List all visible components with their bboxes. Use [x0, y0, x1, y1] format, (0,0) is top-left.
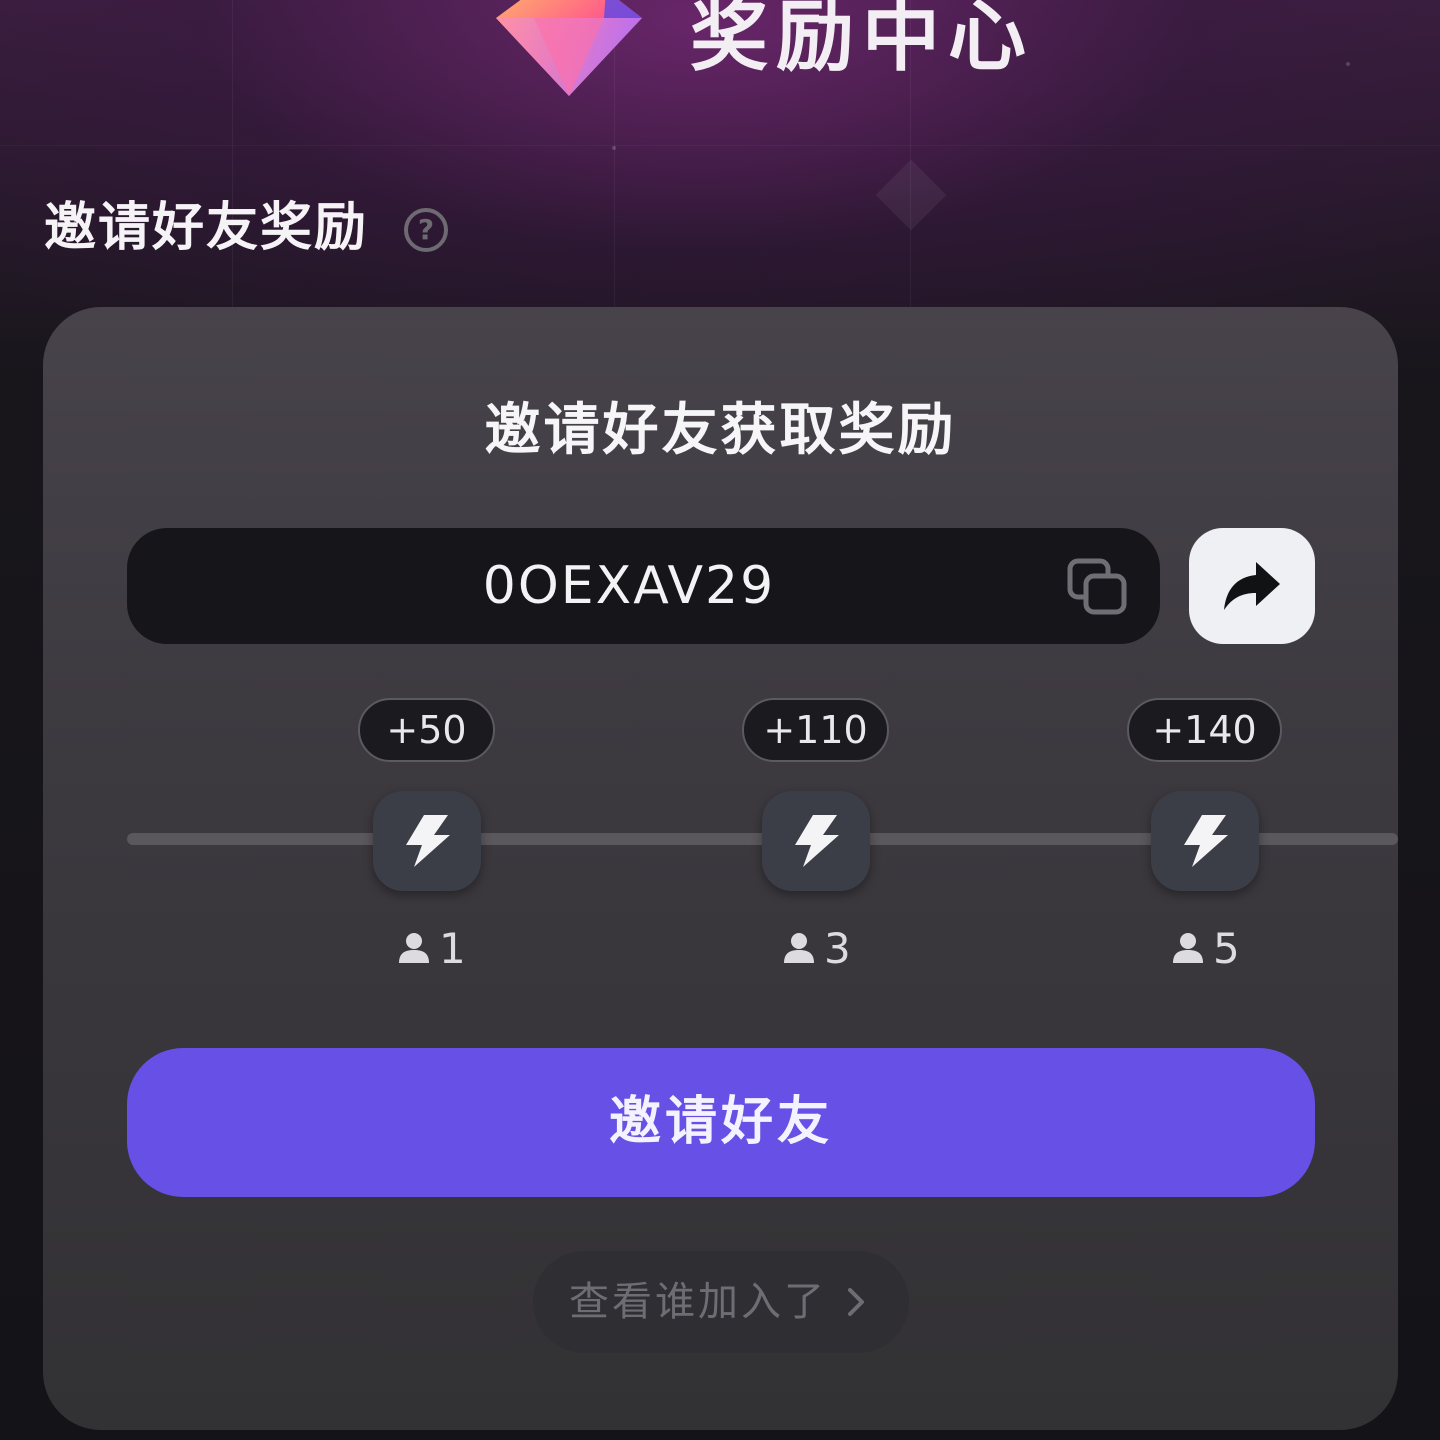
person-icon	[784, 933, 814, 963]
milestone-count: 3	[782, 924, 851, 974]
star-dot	[612, 146, 616, 150]
count-value: 3	[824, 924, 851, 973]
invite-card: 邀请好友获取奖励 0OEXAV29 +50 1 +110 3 +140 5 邀请…	[43, 307, 1398, 1430]
count-value: 1	[439, 924, 466, 973]
invite-code-box[interactable]: 0OEXAV29	[127, 528, 1160, 644]
reward-pill: +50	[358, 698, 495, 762]
reward-pill: +140	[1127, 698, 1282, 762]
header: 奖励中心	[0, 0, 1440, 110]
card-title: 邀请好友获取奖励	[484, 398, 957, 463]
invite-friends-button[interactable]: 邀请好友	[127, 1048, 1315, 1197]
gem-icon	[496, 0, 642, 96]
invite-code: 0OEXAV29	[482, 556, 776, 616]
milestone-count: 5	[1171, 924, 1240, 974]
grid-line	[0, 145, 1440, 146]
lightning-icon	[1184, 815, 1228, 867]
copy-icon[interactable]	[1067, 558, 1129, 616]
milestone-count: 1	[397, 924, 466, 974]
lightning-icon	[406, 815, 450, 867]
help-icon[interactable]: ?	[404, 208, 448, 252]
chevron-right-icon	[848, 1288, 864, 1316]
milestone-node	[373, 791, 481, 891]
lightning-icon	[795, 815, 839, 867]
reward-pill: +110	[742, 698, 889, 762]
view-joined-link[interactable]: 查看谁加入了	[533, 1251, 909, 1353]
person-icon	[1173, 933, 1203, 963]
page-title: 奖励中心	[690, 0, 1035, 82]
milestone-node	[762, 791, 870, 891]
person-icon	[399, 933, 429, 963]
view-joined-label: 查看谁加入了	[569, 1279, 827, 1325]
milestone-node	[1151, 791, 1259, 891]
share-icon	[1224, 562, 1280, 610]
share-button[interactable]	[1189, 528, 1315, 644]
section-title: 邀请好友奖励	[44, 198, 369, 258]
count-value: 5	[1213, 924, 1240, 973]
